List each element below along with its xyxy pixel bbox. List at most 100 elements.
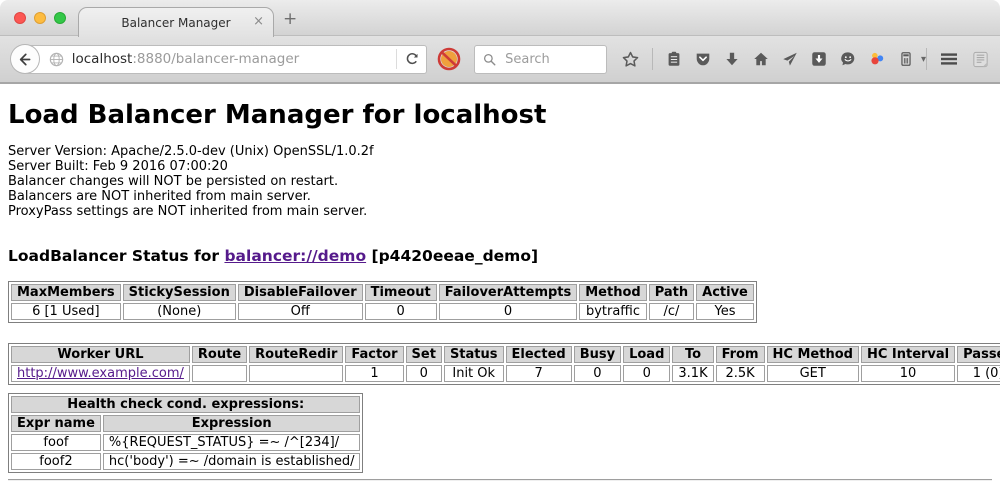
table-cell: GET — [767, 365, 859, 382]
table-cell: 0 — [406, 365, 442, 382]
column-header: To — [672, 346, 713, 363]
table-cell: 6 [1 Used] — [11, 303, 121, 320]
urlbar-divider — [396, 49, 397, 69]
column-header: StickySession — [123, 284, 236, 301]
table-row: foof2 hc('body') =~ /domain is establish… — [11, 453, 360, 470]
table-cell: Yes — [696, 303, 754, 320]
table-cell: 10 — [861, 365, 955, 382]
worker-url-link[interactable]: http://www.example.com/ — [17, 366, 184, 381]
home-icon — [752, 50, 770, 68]
table-cell: 0 — [439, 303, 578, 320]
table-cell: Off — [238, 303, 363, 320]
footer-divider — [8, 479, 992, 481]
inherit-notice-line: Balancers are NOT inherited from main se… — [8, 189, 992, 204]
url-host-text: localhost — [72, 51, 133, 67]
health-table-title: Health check cond. expressions: — [11, 396, 360, 413]
container-button[interactable] — [897, 50, 915, 68]
persist-notice-line: Balancer changes will NOT be persisted o… — [8, 174, 992, 189]
tab-close-icon[interactable]: × — [253, 15, 264, 28]
search-input[interactable] — [503, 51, 598, 68]
feedback-smiley-button[interactable] — [839, 50, 857, 68]
bookmark-star-button[interactable] — [621, 50, 640, 69]
expr-name-cell: foof — [11, 434, 101, 451]
toolbar-divider — [652, 48, 653, 70]
menu-icon — [939, 49, 959, 69]
worker-table: Worker URL Route RouteRedir Factor Set S… — [8, 343, 1000, 385]
reload-button[interactable] — [404, 51, 420, 67]
reading-list-icon — [665, 50, 683, 68]
column-header: HC Method — [767, 346, 859, 363]
column-header: HC Interval — [861, 346, 955, 363]
reading-list-button[interactable] — [665, 50, 683, 68]
search-bar[interactable] — [474, 45, 607, 74]
navigation-toolbar: localhost:8880/balancer-manager — [0, 36, 1000, 84]
new-tab-button[interactable]: + — [283, 9, 297, 29]
column-header: Timeout — [365, 284, 437, 301]
column-header: Path — [649, 284, 694, 301]
table-cell: 0 — [365, 303, 437, 320]
column-header: RouteRedir — [249, 346, 343, 363]
table-cell: 2.5K — [716, 365, 765, 382]
column-header: DisableFailover — [238, 284, 363, 301]
bookmark-star-icon — [621, 50, 640, 69]
expr-name-cell: foof2 — [11, 453, 101, 470]
balancer-settings-table: MaxMembers StickySession DisableFailover… — [8, 281, 757, 323]
downloads-icon — [723, 50, 741, 68]
content-blocked-button[interactable] — [436, 46, 462, 72]
column-header: Busy — [574, 346, 621, 363]
downloads-button[interactable] — [723, 50, 741, 68]
home-button[interactable] — [752, 50, 770, 68]
table-cell: 0 — [623, 365, 670, 382]
right-toolbar — [926, 48, 990, 70]
column-header: Factor — [345, 346, 403, 363]
close-window-button[interactable] — [14, 12, 26, 24]
browser-tab[interactable]: Balancer Manager × — [78, 7, 274, 37]
table-cell: 7 — [506, 365, 572, 382]
table-row: 6 [1 Used] (None) Off 0 0 bytraffic /c/ … — [11, 303, 754, 320]
toolbar-buttons: ▾ — [621, 48, 926, 70]
zoom-window-button[interactable] — [54, 12, 66, 24]
table-cell: 3.1K — [672, 365, 713, 382]
table-cell — [249, 365, 343, 382]
table-cell: 0 — [574, 365, 621, 382]
table-cell — [192, 365, 247, 382]
table-title-row: Health check cond. expressions: — [11, 396, 360, 413]
table-cell: bytraffic — [579, 303, 646, 320]
column-header: Method — [579, 284, 646, 301]
worker-row: http://www.example.com/ 1 0 Init Ok 7 0 … — [11, 365, 1000, 382]
tab-page-button[interactable] — [971, 50, 990, 69]
column-header: Active — [696, 284, 754, 301]
column-header: From — [716, 346, 765, 363]
expression-cell: hc('body') =~ /domain is established/ — [103, 453, 361, 470]
page-title: Load Balancer Manager for localhost — [8, 100, 992, 130]
minimize-window-button[interactable] — [34, 12, 46, 24]
server-version-line: Server Version: Apache/2.5.0-dev (Unix) … — [8, 144, 992, 159]
table-row: foof %{REQUEST_STATUS} =~ /^[234]/ — [11, 434, 360, 451]
table-header-row: MaxMembers StickySession DisableFailover… — [11, 284, 754, 301]
colors-icon — [868, 50, 886, 68]
browser-window-chrome: Balancer Manager × + localhost:8880/bala… — [0, 0, 1000, 84]
page-content: Load Balancer Manager for localhost Serv… — [0, 100, 1000, 481]
url-path-text: :8880/balancer-manager — [132, 51, 299, 67]
save-to-device-button[interactable] — [810, 50, 828, 68]
url-bar[interactable]: localhost:8880/balancer-manager — [25, 45, 427, 74]
proxypass-notice-line: ProxyPass settings are NOT inherited fro… — [8, 204, 992, 219]
send-button[interactable] — [781, 50, 799, 68]
server-info: Server Version: Apache/2.5.0-dev (Unix) … — [8, 144, 992, 219]
column-header: FailoverAttempts — [439, 284, 578, 301]
menu-button[interactable] — [939, 49, 959, 69]
table-cell: 1 (0) — [957, 365, 1000, 382]
tab-title: Balancer Manager — [121, 16, 230, 30]
column-header: Status — [444, 346, 504, 363]
table-cell: Init Ok — [444, 365, 504, 382]
table-header-row: Expr name Expression — [11, 415, 360, 432]
colors-button[interactable] — [868, 50, 886, 68]
window-titlebar[interactable]: Balancer Manager × + — [0, 0, 1000, 36]
column-header: Set — [406, 346, 442, 363]
pocket-button[interactable] — [694, 50, 712, 68]
balancer-link[interactable]: balancer://demo — [224, 247, 366, 265]
feedback-smiley-icon — [839, 50, 857, 68]
container-icon — [897, 50, 915, 68]
back-button[interactable] — [10, 44, 40, 74]
toolbar-divider — [926, 48, 927, 70]
